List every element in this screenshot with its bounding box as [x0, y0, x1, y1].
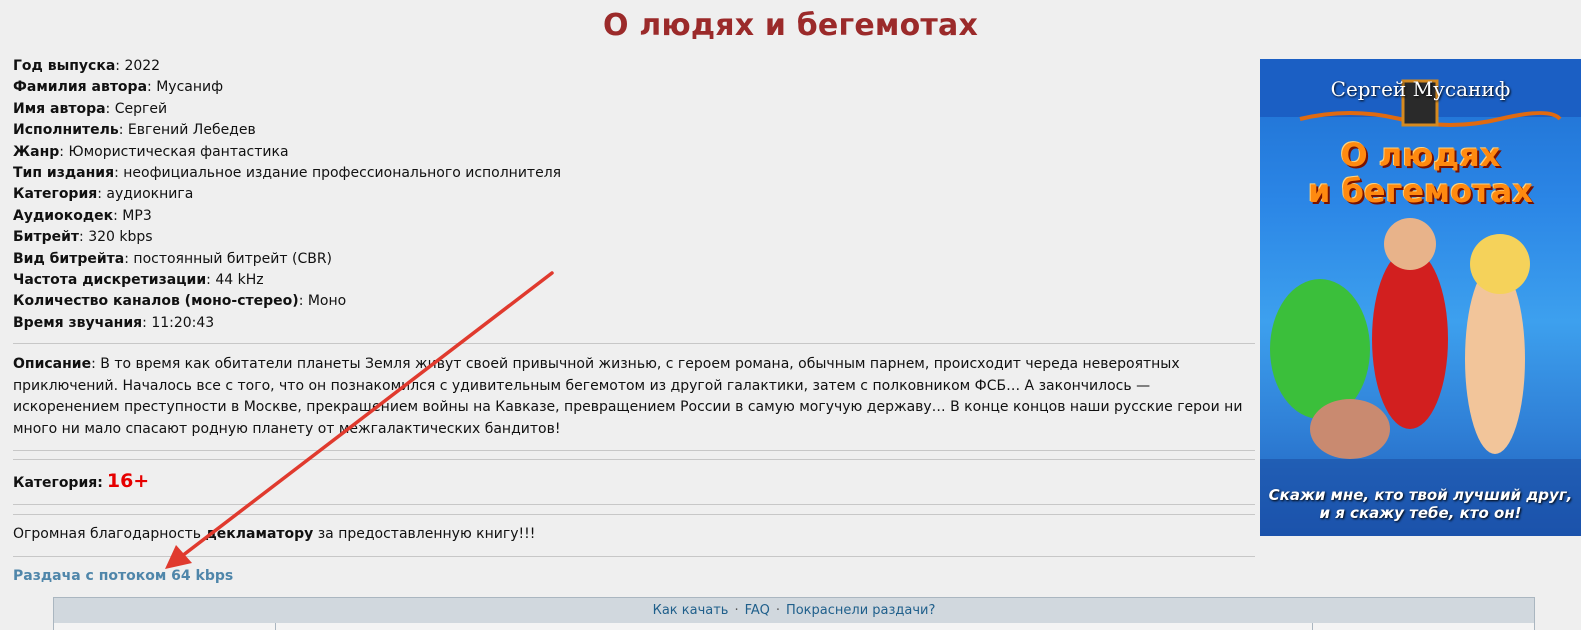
- info-label: Жанр: [13, 143, 60, 160]
- red-torrents-link[interactable]: Покраснели раздачи?: [786, 603, 935, 618]
- info-value: : постоянный битрейт (CBR): [124, 250, 333, 267]
- separator: ·: [775, 603, 780, 618]
- info-value: : 11:20:43: [142, 314, 215, 331]
- divider: [13, 459, 1255, 460]
- info-row-sample-rate: Частота дискретизации: 44 kHz: [13, 270, 1248, 291]
- info-row-edition: Тип издания: неофициальное издание профе…: [13, 163, 1248, 184]
- info-value: : 2022: [115, 58, 161, 74]
- girl-hair: [1470, 234, 1530, 294]
- info-label: Время звучания: [13, 314, 143, 331]
- boy-figure: [1372, 249, 1448, 429]
- info-row-duration: Время звучания: 11:20:43: [13, 313, 1248, 334]
- info-row-year: Год выпуска: 2022: [13, 56, 1248, 77]
- page-title: О людях и бегемотах: [602, 8, 979, 43]
- boy-head: [1384, 218, 1436, 270]
- release-info: Год выпуска: 2022 Фамилия автора: Мусани…: [13, 56, 1248, 334]
- cover-author: Сергей Мусаниф: [1330, 77, 1511, 101]
- info-label: Исполнитель: [13, 122, 119, 139]
- info-value: : неофициальное издание профессиональног…: [114, 164, 562, 181]
- info-row-channels: Количество каналов (моно-стерео): Моно: [13, 291, 1248, 312]
- cover-title: О людях и бегемотах: [1260, 137, 1581, 209]
- info-row-codec: Аудиокодек: MP3: [13, 206, 1248, 227]
- info-label: Аудиокодек: [13, 207, 114, 224]
- book-cover: Сергей Мусаниф О людях и бегемотах Скажи …: [1260, 59, 1581, 536]
- divider: [13, 343, 1255, 344]
- cover-art: [1260, 59, 1581, 536]
- info-row-genre: Жанр: Юмористическая фантастика: [13, 142, 1248, 163]
- info-label: Имя автора: [13, 100, 106, 117]
- help-toolbar: Как качать · FAQ · Покраснели раздачи?: [53, 597, 1535, 625]
- distribution-64kbps-link[interactable]: Раздача с потоком 64 kbps: [13, 568, 233, 584]
- description-text: : В то время как обитатели планеты Земля…: [13, 356, 1243, 437]
- column-divider: [1312, 623, 1313, 630]
- age-rating-badge: 16+: [106, 470, 150, 492]
- man-figure: [1310, 399, 1390, 459]
- cover-title-line: и бегемотах: [1308, 172, 1533, 210]
- info-row-bitrate: Битрейт: 320 kbps: [13, 227, 1248, 248]
- table-header-row: [53, 623, 1535, 630]
- divider: [13, 556, 1255, 557]
- description: Описание: В то время как обитатели плане…: [13, 354, 1253, 440]
- divider: [13, 504, 1255, 505]
- info-label: Частота дискретизации: [13, 271, 207, 288]
- thanks-note: Огромная благодарность декламатору за пр…: [13, 526, 535, 542]
- thanks-text: Огромная благодарность: [13, 526, 206, 542]
- faq-link[interactable]: FAQ: [745, 603, 770, 618]
- thanks-text-end: за предоставленную книгу!!!: [313, 526, 536, 542]
- info-label: Фамилия автора: [13, 79, 148, 96]
- info-row-firstname: Имя автора: Сергей: [13, 99, 1248, 120]
- info-value: : Сергей: [105, 100, 168, 117]
- info-label: Битрейт: [13, 229, 80, 246]
- age-category: Категория: 16+: [13, 470, 149, 492]
- info-row-bitrate-type: Вид битрейта: постоянный битрейт (CBR): [13, 249, 1248, 270]
- thanks-bold: декламатору: [205, 526, 314, 542]
- cover-quote: Скажи мне, кто твой лучший друг, и я скаж…: [1260, 486, 1581, 522]
- divider: [13, 450, 1255, 451]
- cover-title-line: О людях: [1340, 136, 1501, 174]
- hippo-figure: [1270, 279, 1370, 419]
- info-value: : Мусаниф: [147, 79, 224, 96]
- info-row-surname: Фамилия автора: Мусаниф: [13, 77, 1248, 98]
- cover-quote-line: Скажи мне, кто твой лучший друг,: [1268, 486, 1573, 504]
- info-value: : MP3: [113, 207, 152, 224]
- column-divider: [275, 623, 276, 630]
- info-value: : 320 kbps: [79, 229, 153, 246]
- description-label: Описание: [13, 356, 92, 372]
- info-value: : Юмористическая фантастика: [59, 143, 289, 160]
- cover-quote-line: и я скажу тебе, кто он!: [1319, 504, 1522, 522]
- info-label: Количество каналов (моно-стерео): [13, 293, 299, 310]
- info-label: Год выпуска: [13, 58, 116, 74]
- info-row-category: Категория: аудиокнига: [13, 184, 1248, 205]
- info-value: : Евгений Лебедев: [118, 122, 256, 139]
- age-category-label: Категория:: [13, 475, 103, 491]
- divider: [13, 514, 1255, 515]
- arrow-head: [165, 545, 192, 569]
- info-value: : аудиокнига: [97, 186, 194, 203]
- info-label: Категория: [13, 186, 98, 203]
- info-label: Вид битрейта: [13, 250, 125, 267]
- info-value: : Моно: [298, 293, 347, 310]
- info-row-performer: Исполнитель: Евгений Лебедев: [13, 120, 1248, 141]
- separator: ·: [734, 603, 739, 618]
- info-label: Тип издания: [13, 164, 115, 181]
- info-value: : 44 kHz: [206, 271, 264, 288]
- how-to-download-link[interactable]: Как качать: [653, 603, 729, 618]
